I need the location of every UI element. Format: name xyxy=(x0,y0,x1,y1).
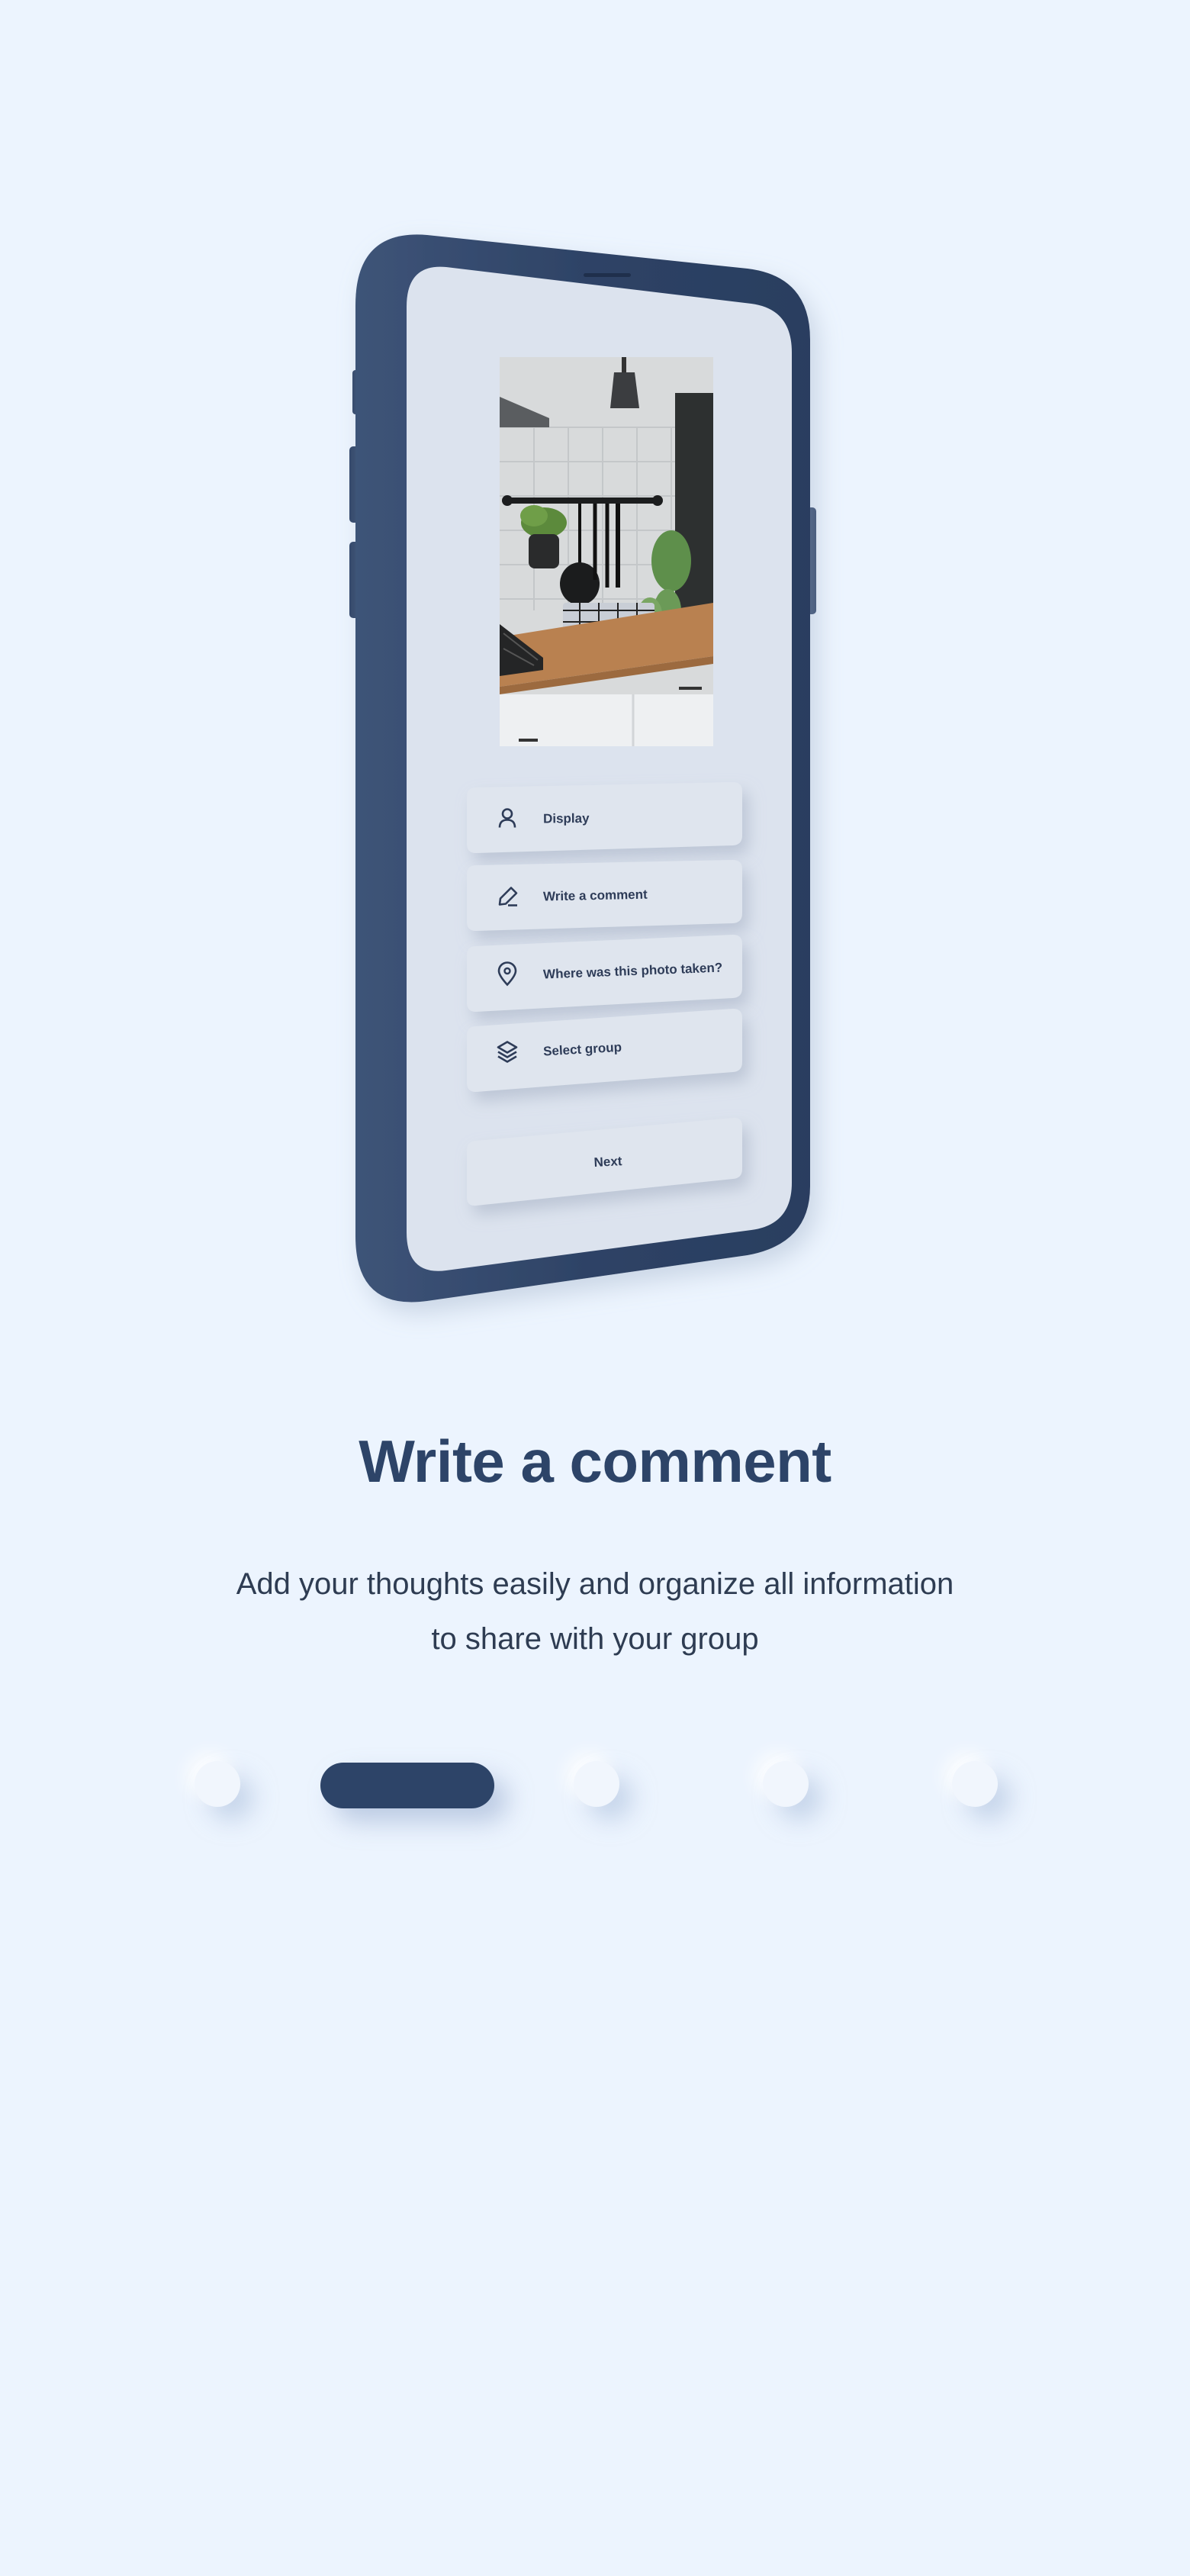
menu-item-label: Display xyxy=(543,811,590,826)
description-line-2: to share with your group xyxy=(431,1622,759,1656)
pagination-dots xyxy=(0,1755,1190,1824)
kitchen-photo xyxy=(500,357,713,746)
page-description: Add your thoughts easily and organize al… xyxy=(0,1557,1190,1666)
pagination-dot[interactable] xyxy=(763,1761,809,1807)
phone-mockup: DisplayWrite a commentWhere was this pho… xyxy=(349,234,816,1302)
pagination-dot[interactable] xyxy=(195,1761,240,1807)
menu-item-label: Write a comment xyxy=(543,887,648,904)
description-line-1: Add your thoughts easily and organize al… xyxy=(236,1567,954,1601)
pagination-dot[interactable] xyxy=(952,1761,998,1807)
menu-item-write-a-comment[interactable]: Write a comment xyxy=(467,860,742,931)
onboarding-screen: Display Write a comment Where was this pho… xyxy=(0,0,1190,2576)
pagination-dot[interactable] xyxy=(574,1761,619,1807)
pagination-dot-active[interactable] xyxy=(320,1763,494,1808)
page-title: Write a comment xyxy=(359,1428,831,1495)
menu-item-display[interactable]: Display xyxy=(467,782,742,853)
next-button-label: Next xyxy=(593,1154,622,1170)
speaker-slot xyxy=(584,273,631,277)
